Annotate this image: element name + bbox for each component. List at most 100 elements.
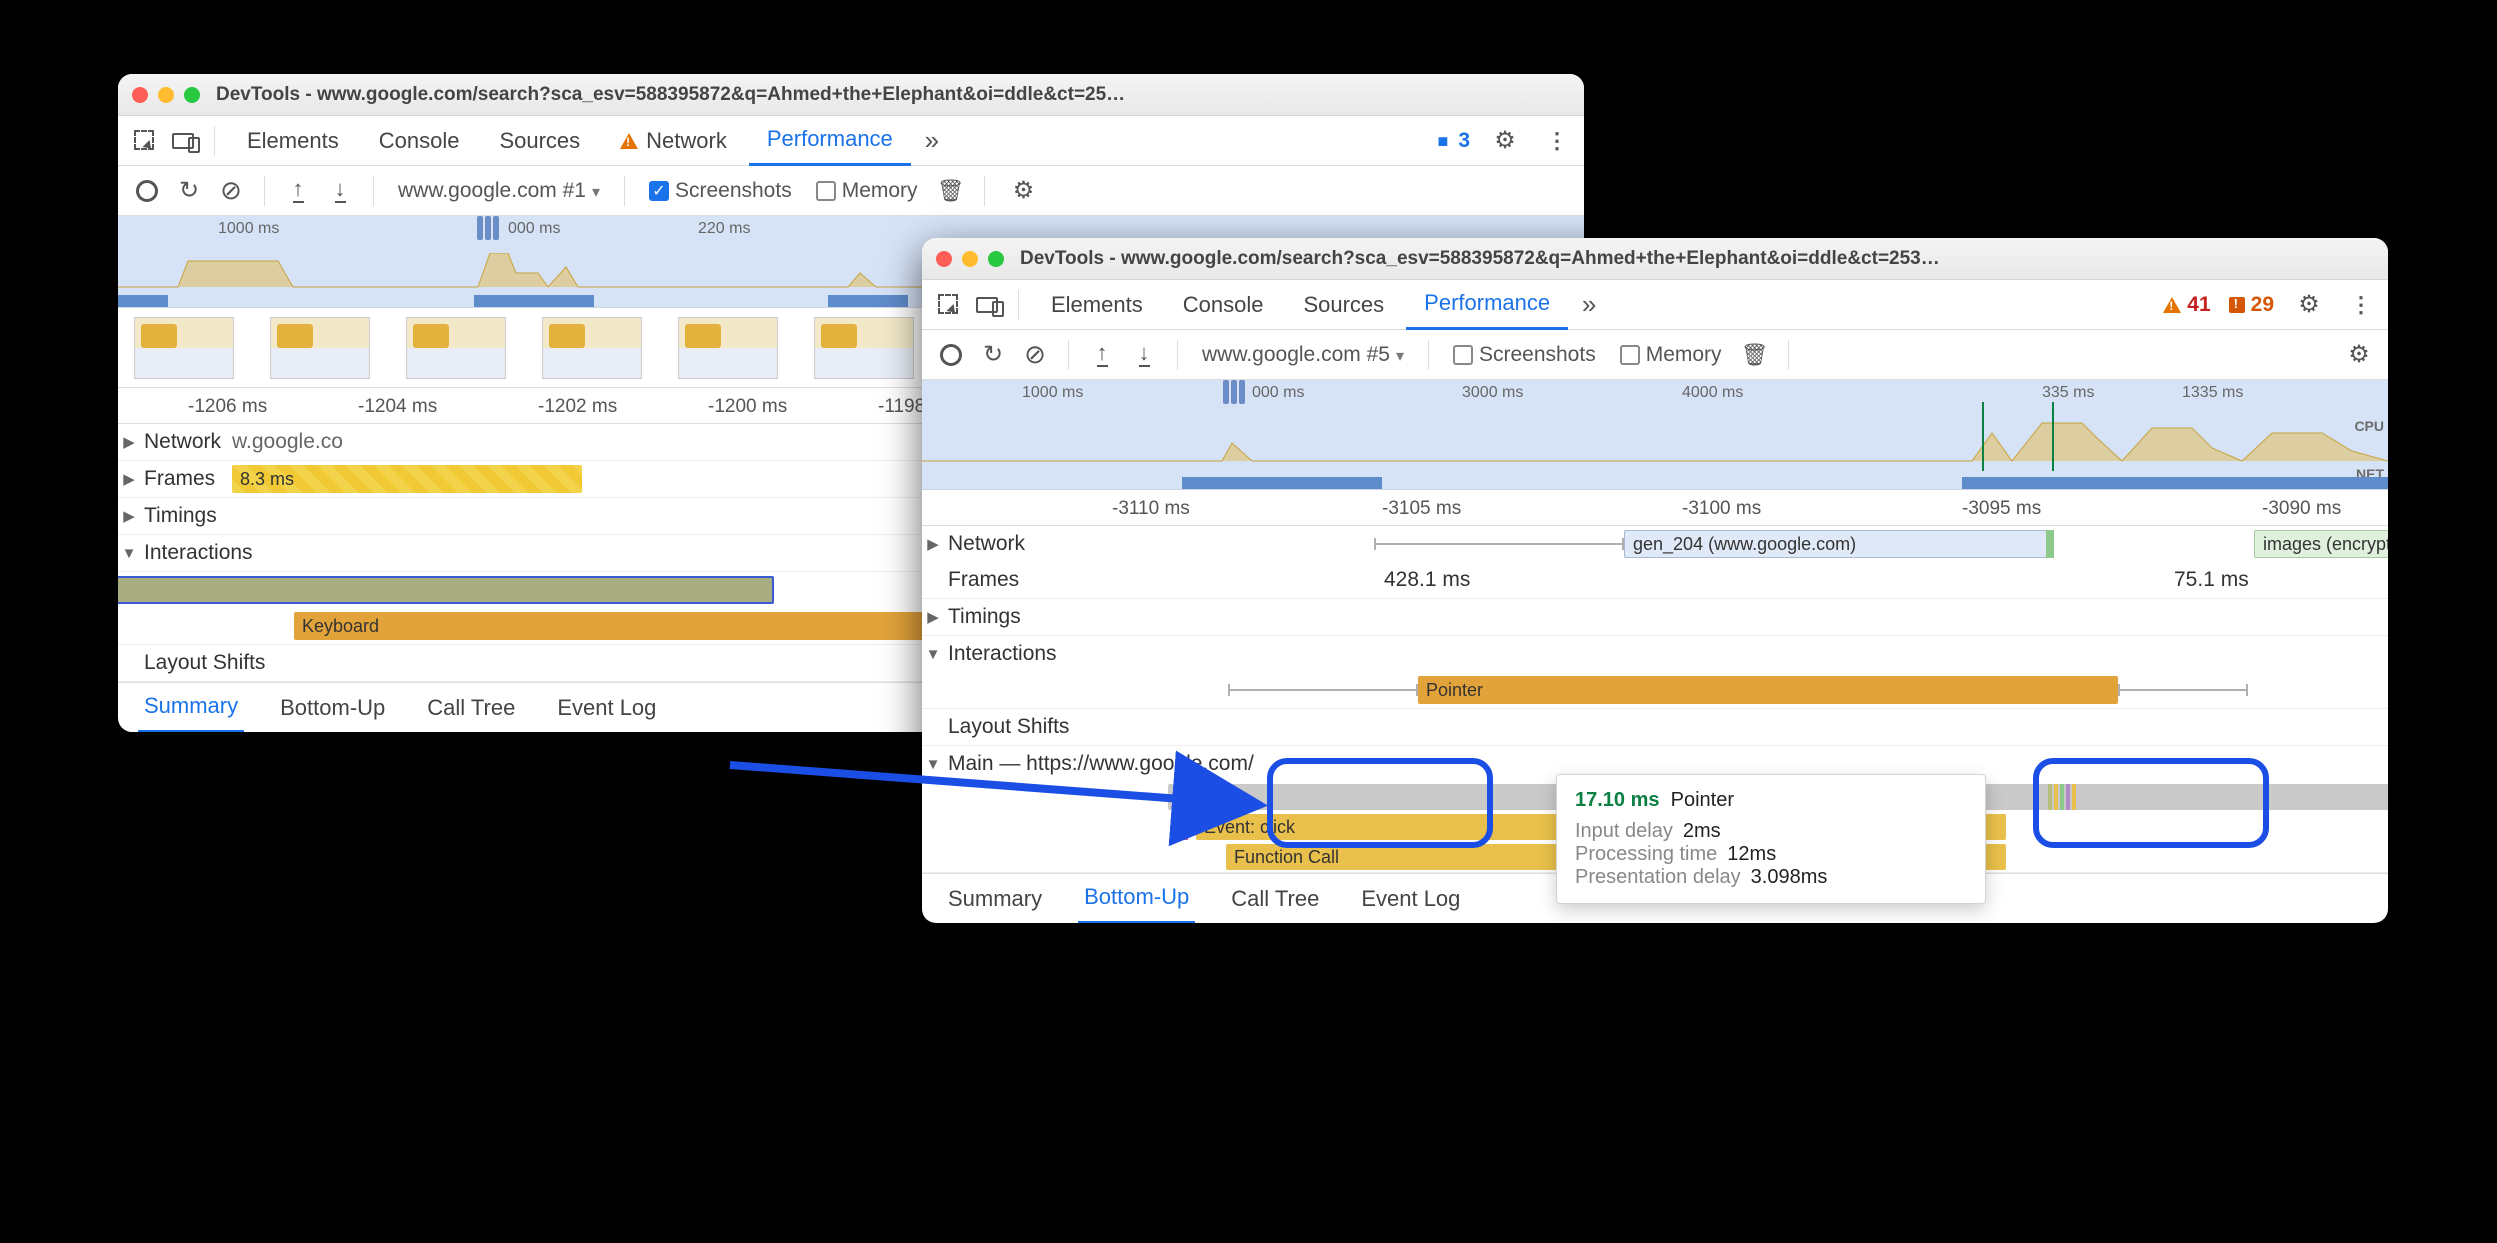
panel-tabs: Elements Console Sources Network Perform…	[118, 116, 1584, 166]
memory-checkbox[interactable]: Memory	[1612, 343, 1730, 367]
capture-settings-icon[interactable]	[2342, 338, 2376, 372]
time-ruler[interactable]: -3110 ms -3105 ms -3100 ms -3095 ms -309…	[922, 490, 2388, 526]
trash-icon[interactable]	[934, 174, 968, 208]
expand-icon[interactable]: ▶	[118, 507, 140, 525]
tab-performance[interactable]: Performance	[1406, 280, 1568, 330]
warnings-badge[interactable]: 41	[2163, 293, 2210, 317]
inspect-icon[interactable]	[932, 288, 966, 322]
titlebar[interactable]: DevTools - www.google.com/search?sca_esv…	[922, 238, 2388, 280]
gear-icon[interactable]	[2292, 288, 2326, 322]
subtab-event-log[interactable]: Event Log	[1355, 874, 1466, 924]
collapse-icon[interactable]: ▼	[922, 756, 944, 773]
record-button[interactable]	[130, 174, 164, 208]
subtab-summary[interactable]: Summary	[138, 683, 244, 733]
upload-icon[interactable]	[1085, 338, 1119, 372]
profile-select[interactable]: www.google.com #5	[1194, 343, 1412, 367]
perf-toolbar: www.google.com #1 ✓ Screenshots Memory	[118, 166, 1584, 216]
track-label: Interactions	[140, 541, 290, 565]
screenshot-thumb[interactable]	[406, 317, 506, 379]
profile-select[interactable]: www.google.com #1	[390, 179, 608, 203]
capture-settings-icon[interactable]	[1007, 174, 1041, 208]
zoom-icon[interactable]	[988, 251, 1004, 267]
gear-icon[interactable]	[1488, 124, 1522, 158]
download-icon[interactable]	[1127, 338, 1161, 372]
track-layout-shifts[interactable]: Layout Shifts	[922, 709, 2388, 746]
subtab-call-tree[interactable]: Call Tree	[421, 683, 521, 733]
expand-icon[interactable]: ▶	[922, 535, 944, 553]
subtab-call-tree[interactable]: Call Tree	[1225, 874, 1325, 924]
frame-duration: 428.1 ms	[1384, 568, 1470, 592]
issues-badge[interactable]: 3	[1437, 129, 1470, 153]
net-request-bar[interactable]: gen_204 (www.google.com)	[1624, 530, 2054, 558]
track-timings[interactable]: ▶ Timings	[922, 599, 2388, 636]
clear-button[interactable]	[1018, 338, 1052, 372]
track-interactions[interactable]: ▼ Interactions	[922, 636, 2388, 672]
screenshot-thumb[interactable]	[542, 317, 642, 379]
overview-timeline[interactable]: 1000 ms 000 ms 3000 ms 4000 ms 335 ms 13…	[922, 380, 2388, 490]
upload-icon[interactable]	[281, 174, 315, 208]
net-request-bar[interactable]: images (encrypted	[2254, 530, 2388, 558]
overview-tick: 220 ms	[698, 220, 750, 238]
subtab-bottom-up[interactable]: Bottom-Up	[1078, 874, 1195, 924]
screenshot-thumb[interactable]	[134, 317, 234, 379]
track-network[interactable]: ▶ Network gen_204 (www.google.com) image…	[922, 526, 2388, 562]
close-icon[interactable]	[132, 87, 148, 103]
tab-performance[interactable]: Performance	[749, 116, 911, 166]
memory-label: Memory	[1646, 343, 1722, 367]
reload-record-button[interactable]	[172, 174, 206, 208]
ruler-tick: -3095 ms	[1962, 498, 2041, 520]
tab-elements[interactable]: Elements	[229, 116, 357, 166]
tab-sources[interactable]: Sources	[1285, 280, 1402, 330]
device-toggle-icon[interactable]	[970, 288, 1004, 322]
titlebar[interactable]: DevTools - www.google.com/search?sca_esv…	[118, 74, 1584, 116]
more-tabs-icon[interactable]	[1572, 288, 1606, 322]
collapse-icon[interactable]: ▼	[118, 545, 140, 562]
trash-icon[interactable]	[1738, 338, 1772, 372]
expand-icon[interactable]: ▶	[118, 433, 140, 451]
minimize-icon[interactable]	[158, 87, 174, 103]
screenshot-thumb[interactable]	[270, 317, 370, 379]
clear-button[interactable]	[214, 174, 248, 208]
subtab-event-log[interactable]: Event Log	[551, 683, 662, 733]
tab-elements[interactable]: Elements	[1033, 280, 1161, 330]
frame-bar[interactable]: 8.3 ms	[232, 465, 582, 493]
ruler-tick: -1204 ms	[358, 396, 437, 418]
errors-badge[interactable]: 29	[2229, 293, 2274, 317]
kebab-icon[interactable]	[2344, 288, 2378, 322]
zoom-icon[interactable]	[184, 87, 200, 103]
issues-count: 3	[1458, 129, 1470, 153]
interaction-pointer-bar[interactable]: Pointer	[1418, 676, 2118, 704]
subtab-bottom-up[interactable]: Bottom-Up	[274, 683, 391, 733]
tab-console[interactable]: Console	[361, 116, 478, 166]
net-request-label: images (encrypted	[2263, 534, 2388, 555]
reload-record-button[interactable]	[976, 338, 1010, 372]
device-toggle-icon[interactable]	[166, 124, 200, 158]
record-button[interactable]	[934, 338, 968, 372]
screenshot-thumb[interactable]	[814, 317, 914, 379]
collapse-icon[interactable]: ▼	[922, 646, 944, 663]
inspect-icon[interactable]	[128, 124, 162, 158]
tab-console[interactable]: Console	[1165, 280, 1282, 330]
track-label: Frames	[944, 568, 1054, 592]
track-label: Layout Shifts	[140, 651, 320, 675]
download-icon[interactable]	[323, 174, 357, 208]
minimize-icon[interactable]	[962, 251, 978, 267]
cpu-wave	[922, 413, 2388, 463]
track-frames[interactable]: Frames 428.1 ms 75.1 ms	[922, 562, 2388, 599]
ruler-tick: -3090 ms	[2262, 498, 2341, 520]
tab-network[interactable]: Network	[602, 116, 745, 166]
memory-checkbox[interactable]: Memory	[808, 179, 926, 203]
kebab-icon[interactable]	[1540, 124, 1574, 158]
expand-icon[interactable]: ▶	[118, 470, 140, 488]
interaction-pointer-bar[interactable]: Pointer	[118, 576, 774, 604]
more-tabs-icon[interactable]	[915, 124, 949, 158]
tab-sources[interactable]: Sources	[481, 116, 598, 166]
close-icon[interactable]	[936, 251, 952, 267]
screenshot-thumb[interactable]	[678, 317, 778, 379]
tooltip-val: 2ms	[1683, 820, 1721, 843]
screenshots-checkbox[interactable]: Screenshots	[1445, 343, 1604, 367]
expand-icon[interactable]: ▶	[922, 608, 944, 626]
subtab-summary[interactable]: Summary	[942, 874, 1048, 924]
overview-tick: 000 ms	[508, 220, 560, 238]
screenshots-checkbox[interactable]: ✓ Screenshots	[641, 179, 800, 203]
